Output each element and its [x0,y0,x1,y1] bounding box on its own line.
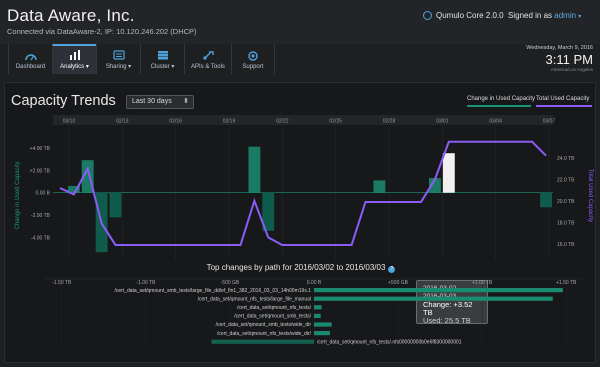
path-label: /cert_data_set/qmount_smb_tests/wide_dir [216,322,312,328]
top-x-tick: -1.00 TB [136,280,156,286]
user-caret-icon[interactable]: ▾ [578,14,581,20]
nav-apis-tools[interactable]: APIs & Tools [184,44,231,74]
connection-subtitle: Connected via DataAware-2, IP: 10.120.24… [7,27,197,36]
nav-sharing[interactable]: Sharing ▾ [96,44,140,74]
timezone: America/Los Angeles [550,67,593,72]
top-x-tick: +500 GB [388,280,409,286]
sharing-icon [112,50,125,60]
path-label: /cert_data_set/qmount_nfs_tests/ [237,305,312,311]
path-change-bar [314,305,322,310]
nav-cluster-label: Cluster ▾ [150,64,175,70]
qumulo-logo-icon [423,11,432,20]
nav-dashboard-label: Dashboard [15,64,46,70]
top-x-tick: -500 GB [221,280,240,286]
signed-in-label: Signed in as [508,11,553,20]
nav-apis-tools-label: APIs & Tools [191,64,225,70]
site-title: Data Aware, Inc. [7,6,135,25]
path-change-bar [314,331,330,336]
top-changes-title: Top changes by path for 2016/03/02 to 20… [5,263,597,273]
path-change-bar [314,322,332,327]
support-icon [248,51,258,61]
top-x-tick: +1.00 TB [472,280,493,286]
user-name[interactable]: admin [554,11,576,20]
path-label: /cert_data_set/qmount_nfs_tests/wide_dir… [217,331,312,337]
path-label: /cert_data_set/qmount_nfs_tests/large_fi… [198,296,311,302]
current-time: 3:11 PM [545,52,593,67]
product-version: Qumulo Core 2.0.0 [423,11,504,20]
path-change-bar [314,313,321,318]
product-label: Qumulo Core 2.0.0 [436,11,504,20]
api-tools-icon [203,51,214,60]
nav-cluster[interactable]: Cluster ▾ [140,44,184,74]
app-header: Data Aware, Inc. Connected via DataAware… [0,0,600,44]
path-change-bar [314,296,553,301]
main-nav: Dashboard Analytics ▾ Sharing ▾ Cluster … [8,44,275,74]
cluster-icon [157,51,168,60]
path-label: /cert_data_set/qmount_nfs_tests/.nfs0000… [317,339,462,345]
datetime-display: Wednesday, March 9, 2016 3:11 PM America… [526,45,593,72]
capacity-trends-panel: Capacity Trends Last 30 days ⬍ Change in… [4,82,596,363]
nav-support[interactable]: Support [230,44,275,74]
dashboard-gauge-icon [24,54,37,61]
top-changes-title-text: Top changes by path for 2016/03/02 to 20… [206,263,386,272]
info-icon[interactable]: ? [388,266,396,273]
signed-in-menu[interactable]: Signed in as admin ▾ [508,11,581,20]
top-x-tick: 0.00 B [307,280,322,286]
top-x-tick: +1.50 TB [556,280,577,286]
path-change-bar [211,339,314,344]
nav-analytics[interactable]: Analytics ▾ [52,44,96,74]
top-x-tick: -1.50 TB [52,280,72,286]
analytics-bars-icon [69,50,80,60]
path-change-bar [314,288,563,293]
path-label: /cert_data_set/qmount_smb_tests/large_fi… [114,288,311,294]
top-changes-chart[interactable]: -1.50 TB -1.00 TB -500 GB 0.00 B +500 GB +1.0… [5,83,597,364]
nav-sharing-label: Sharing ▾ [105,64,132,70]
current-date: Wednesday, March 9, 2016 [526,45,593,51]
nav-support-label: Support [242,64,264,70]
nav-dashboard[interactable]: Dashboard [8,44,52,74]
nav-analytics-label: Analytics ▾ [60,64,89,70]
path-label: /cert_data_set/qmount_smb_tests/ [234,314,311,320]
